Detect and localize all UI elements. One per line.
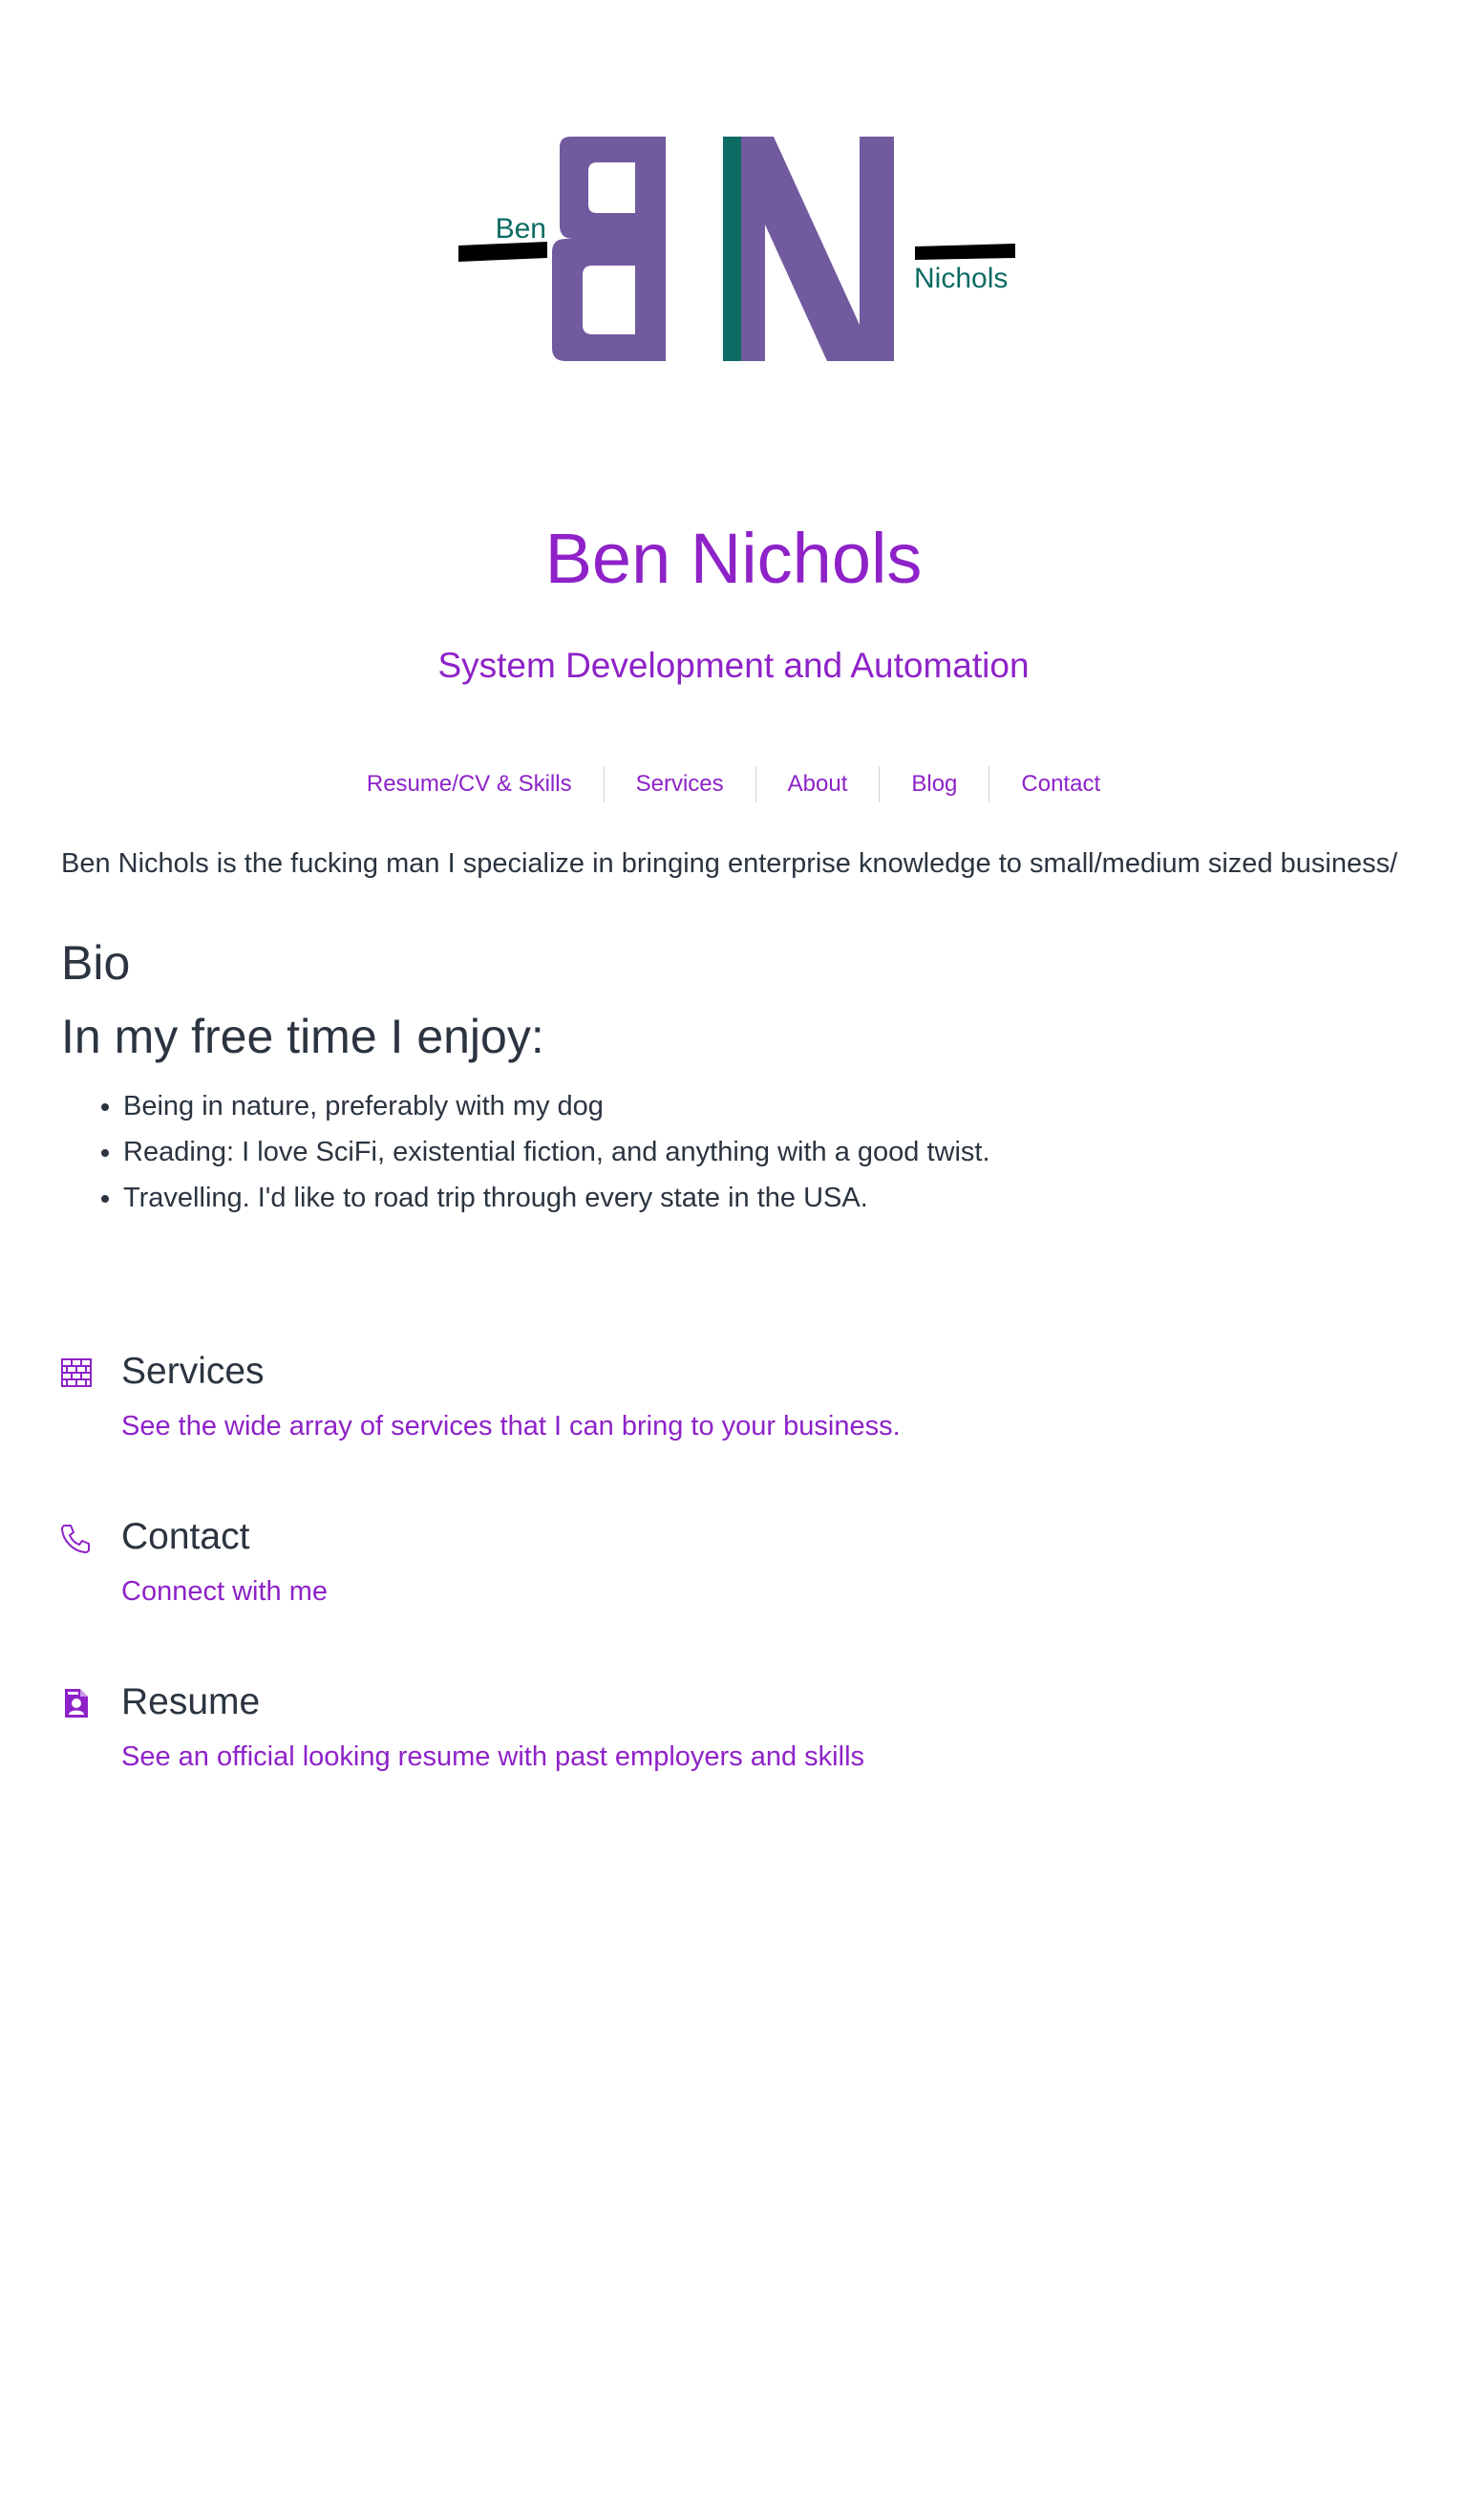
list-item: Reading: I love SciFi, existential ficti… [123, 1129, 990, 1175]
nav-item-blog[interactable]: Blog [880, 767, 989, 801]
logo-last-name: Nichols [914, 263, 1008, 294]
feature-link-contact[interactable]: Connect with me [121, 1572, 328, 1611]
bio-heading: Bio [61, 936, 131, 990]
phone-icon [61, 1523, 92, 1553]
site-logo[interactable]: Ben Nichols [449, 134, 1022, 373]
list-item: Being in nature, preferably with my dog [123, 1083, 990, 1129]
resume-file-icon [61, 1688, 92, 1719]
feature-title: Resume [121, 1681, 261, 1722]
main-nav: Resume/CV & Skills Services About Blog C… [0, 766, 1467, 802]
nav-item-about[interactable]: About [756, 767, 880, 801]
feature-link-resume[interactable]: See an official looking resume with past… [121, 1738, 864, 1776]
logo-right-bar [915, 244, 1015, 260]
nav-item-contact[interactable]: Contact [989, 767, 1132, 801]
feature-link-services[interactable]: See the wide array of services that I ca… [121, 1407, 901, 1445]
brick-wall-icon [61, 1357, 92, 1388]
feature-title: Services [121, 1351, 265, 1392]
nav-item-resume[interactable]: Resume/CV & Skills [335, 767, 604, 801]
list-item: Travelling. I'd like to road trip throug… [123, 1175, 990, 1221]
page: Ben Nichols Ben Nichols System Developme… [0, 0, 1467, 2520]
logo-stripe [723, 137, 741, 361]
logo-left-bar [458, 242, 547, 262]
site-title[interactable]: Ben Nichols [0, 523, 1467, 594]
free-time-heading: In my free time I enjoy: [61, 1010, 544, 1063]
logo-n [741, 137, 894, 361]
feature-title: Contact [121, 1516, 250, 1557]
intro-paragraph: Ben Nichols is the fucking man I special… [61, 848, 1398, 879]
logo-reversed-b [552, 137, 666, 361]
nav-item-services[interactable]: Services [605, 767, 755, 801]
hobbies-list: Being in nature, preferably with my dog … [61, 1083, 990, 1221]
logo-first-name: Ben [496, 213, 546, 245]
site-subtitle: System Development and Automation [437, 646, 1030, 685]
